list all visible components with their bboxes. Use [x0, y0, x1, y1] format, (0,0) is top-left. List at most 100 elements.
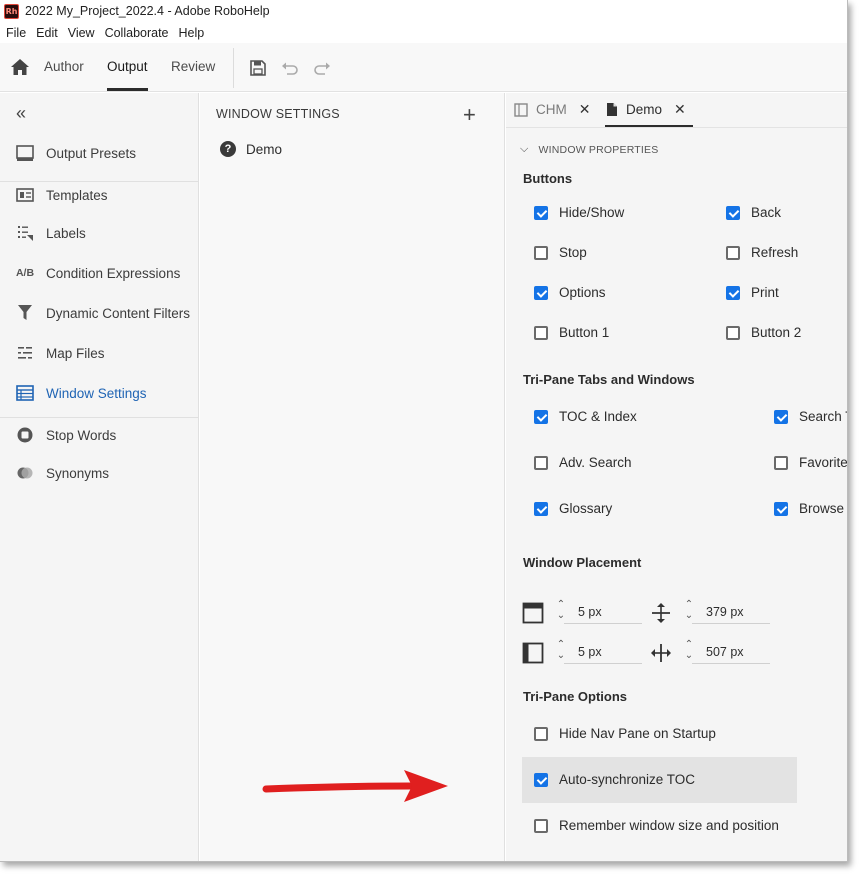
add-window-setting-icon[interactable]: +	[463, 102, 476, 128]
buttons-group-title: Buttons	[523, 171, 573, 186]
checkbox-label: Options	[559, 285, 606, 300]
menu-edit[interactable]: Edit	[36, 26, 58, 40]
sidebar-item-label: Condition Expressions	[46, 265, 181, 281]
window-properties-header[interactable]: ⌵ WINDOW PROPERTIES	[520, 143, 658, 156]
checkbox-box[interactable]	[534, 455, 548, 470]
checkbox-box[interactable]	[774, 409, 788, 424]
checkbox-button-1[interactable]: Button 1	[534, 325, 609, 340]
sidebar-item-label: Synonyms	[46, 465, 110, 481]
sidebar-item-synonyms[interactable]: Synonyms	[0, 455, 199, 491]
tab-chm[interactable]: CHM ✕	[514, 101, 590, 118]
left-position-field[interactable]: 5 px	[564, 642, 642, 664]
checkbox-box[interactable]	[726, 205, 740, 220]
checkbox-box[interactable]	[534, 772, 548, 787]
left-position-icon	[522, 642, 544, 664]
red-arrow-annotation	[262, 770, 448, 802]
checkbox-label: Hide Nav Pane on Startup	[559, 726, 716, 741]
filter-icon	[15, 303, 35, 323]
checkbox-search-tab[interactable]: Search Ta	[774, 409, 847, 424]
tab-output[interactable]: Output	[107, 59, 148, 74]
stop-words-icon	[15, 425, 35, 445]
sidebar-item-dynamic-content-filters[interactable]: Dynamic Content Filters	[0, 295, 199, 331]
checkbox-label: Button 2	[751, 325, 802, 340]
top-position-field[interactable]: 5 px	[564, 602, 642, 624]
collapse-panel-icon[interactable]: «	[16, 103, 26, 124]
checkbox-box[interactable]	[534, 205, 548, 220]
close-tab-icon[interactable]: ✕	[674, 101, 686, 118]
checkbox-stop[interactable]: Stop	[534, 245, 587, 260]
tab-author[interactable]: Author	[44, 59, 84, 74]
sidebar-item-window-settings[interactable]: Window Settings	[0, 375, 199, 411]
checkbox-box[interactable]	[726, 245, 740, 260]
redo-icon[interactable]	[312, 58, 332, 78]
checkbox-options[interactable]: Options	[534, 285, 606, 300]
sidebar-item-stop-words[interactable]: Stop Words	[0, 417, 199, 453]
top-position-icon	[522, 602, 544, 624]
sidebar-item-map-files[interactable]: Map Files	[0, 335, 199, 371]
checkbox-label: Search Ta	[799, 409, 847, 424]
checkbox-label: Stop	[559, 245, 587, 260]
robohelp-window: Rh 2022 My_Project_2022.4 - Adobe RoboHe…	[0, 0, 848, 862]
height-field[interactable]: 379 px	[692, 602, 770, 624]
list-item-demo[interactable]: Demo	[246, 142, 282, 157]
checkbox-box[interactable]	[534, 726, 548, 741]
sidebar-item-condition-expressions[interactable]: A/B Condition Expressions	[0, 255, 199, 291]
checkbox-box[interactable]	[534, 818, 548, 833]
undo-icon[interactable]	[280, 58, 300, 78]
checkbox-favorites[interactable]: Favorites	[774, 455, 847, 470]
checkbox-box[interactable]	[534, 325, 548, 340]
checkbox-label: Refresh	[751, 245, 799, 260]
window-tab-icon	[514, 102, 528, 117]
checkbox-browse-sequence[interactable]: Browse S	[774, 501, 847, 516]
window-placement-title: Window Placement	[523, 555, 642, 570]
sidebar-item-output-presets[interactable]: Output Presets	[0, 135, 199, 171]
checkbox-label: Back	[751, 205, 782, 220]
tab-demo[interactable]: Demo ✕	[606, 101, 686, 118]
checkbox-box[interactable]	[726, 325, 740, 340]
menu-help[interactable]: Help	[179, 26, 205, 40]
checkbox-adv-search[interactable]: Adv. Search	[534, 455, 632, 470]
menu-view[interactable]: View	[68, 26, 95, 40]
checkbox-box[interactable]	[534, 285, 548, 300]
checkbox-label: Adv. Search	[559, 455, 632, 470]
tripane-options-title: Tri-Pane Options	[523, 689, 628, 704]
checkbox-hide-nav-pane[interactable]: Hide Nav Pane on Startup	[534, 726, 716, 741]
menu-bar: File Edit View Collaborate Help	[0, 22, 847, 43]
map-files-icon	[15, 343, 35, 363]
menu-file[interactable]: File	[6, 26, 26, 40]
labels-icon	[15, 223, 35, 243]
checkbox-box[interactable]	[534, 501, 548, 516]
save-icon[interactable]	[248, 58, 268, 78]
home-icon[interactable]	[10, 58, 30, 76]
checkbox-glossary[interactable]: Glossary	[534, 501, 612, 516]
checkbox-label: Print	[751, 285, 779, 300]
checkbox-back[interactable]: Back	[726, 205, 781, 220]
checkbox-box[interactable]	[726, 285, 740, 300]
tab-review[interactable]: Review	[171, 59, 215, 74]
checkbox-toc-index[interactable]: TOC & Index	[534, 409, 637, 424]
sidebar-item-label: Stop Words	[46, 427, 117, 443]
sidebar-item-templates[interactable]: Templates	[0, 177, 199, 213]
checkbox-remember-window[interactable]: Remember window size and position	[534, 818, 779, 833]
window-settings-icon	[15, 383, 35, 403]
checkbox-print[interactable]: Print	[726, 285, 779, 300]
checkbox-refresh[interactable]: Refresh	[726, 245, 798, 260]
close-tab-icon[interactable]: ✕	[579, 101, 591, 118]
checkbox-box[interactable]	[774, 455, 788, 470]
checkbox-box[interactable]	[534, 245, 548, 260]
menu-collaborate[interactable]: Collaborate	[105, 26, 169, 40]
checkbox-auto-sync-toc[interactable]: Auto-synchronize TOC	[534, 772, 695, 787]
templates-icon	[15, 185, 35, 205]
chevron-down-icon: ⌵	[520, 143, 529, 155]
document-tabs: CHM ✕ Demo ✕	[506, 93, 847, 128]
sidebar-item-label: Window Settings	[46, 385, 147, 401]
checkbox-hide-show[interactable]: Hide/Show	[534, 205, 624, 220]
height-icon	[652, 603, 670, 623]
sidebar-item-label: Labels	[46, 225, 86, 241]
sidebar-item-labels[interactable]: Labels	[0, 215, 199, 251]
checkbox-box[interactable]	[534, 409, 548, 424]
width-field[interactable]: 507 px	[692, 642, 770, 664]
checkbox-button-2[interactable]: Button 2	[726, 325, 801, 340]
checkbox-box[interactable]	[774, 501, 788, 516]
width-icon	[651, 644, 671, 662]
